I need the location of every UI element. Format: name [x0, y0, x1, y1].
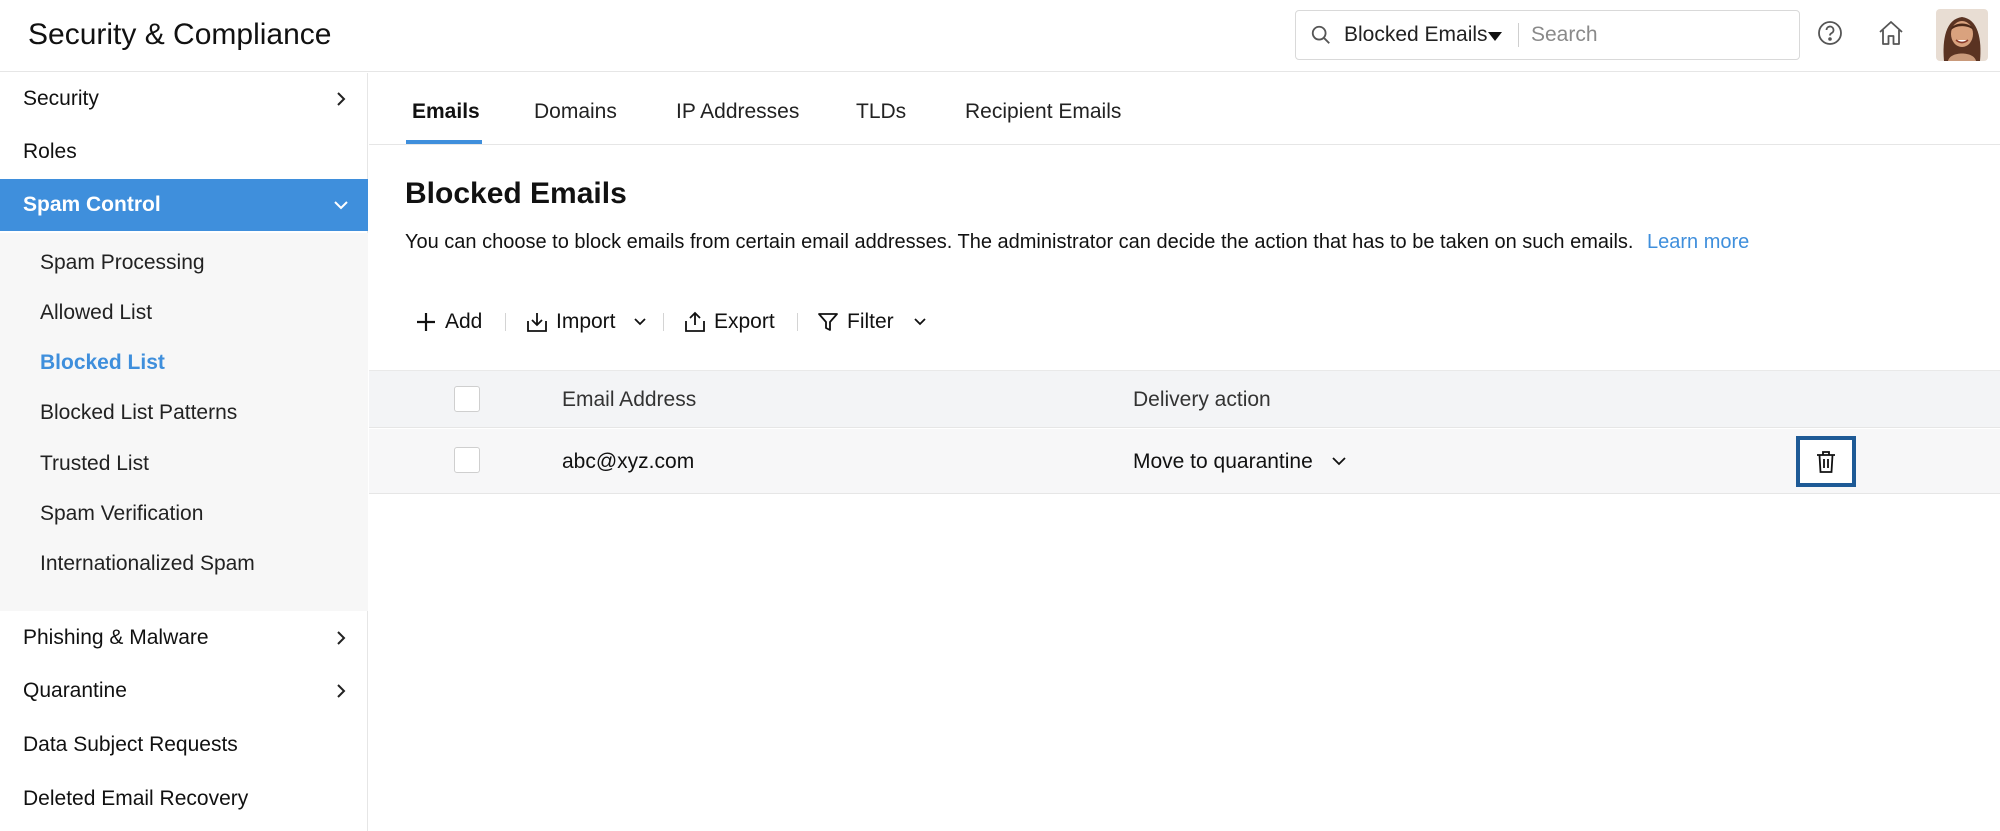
home-icon[interactable] [1876, 18, 1906, 48]
sidebar-item-label: Roles [23, 140, 77, 163]
search-input[interactable] [1531, 17, 1781, 53]
chevron-right-icon [337, 92, 346, 106]
toolbar-divider [663, 313, 664, 331]
filter-icon [818, 313, 838, 331]
sidebar-item-label: Phishing & Malware [23, 626, 209, 649]
sidebar-subitem-blocked-list-patterns[interactable]: Blocked List Patterns [0, 389, 368, 437]
sidebar-item-label: Deleted Email Recovery [23, 787, 249, 810]
search-divider [1518, 23, 1519, 47]
select-all-checkbox[interactable] [454, 386, 480, 412]
toolbar-divider [797, 313, 798, 331]
sidebar-item-label: Data Subject Requests [23, 733, 238, 756]
tab-emails[interactable]: Emails [412, 73, 480, 145]
chevron-right-icon [337, 684, 346, 698]
sidebar-item-label: Security [23, 87, 99, 110]
sidebar-item-security[interactable]: Security [0, 73, 368, 125]
tab-ip-addresses[interactable]: IP Addresses [676, 73, 799, 145]
tab-domains[interactable]: Domains [534, 73, 617, 145]
column-header-email-address[interactable]: Email Address [562, 371, 696, 429]
filter-button[interactable]: Filter [817, 300, 932, 344]
export-button[interactable]: Export [683, 300, 783, 344]
sidebar-subitem-internationalized-spam[interactable]: Internationalized Spam [0, 540, 368, 588]
sidebar-item-phishing-malware[interactable]: Phishing & Malware [0, 612, 368, 664]
sidebar-item-quarantine[interactable]: Quarantine [0, 665, 368, 717]
row-checkbox[interactable] [454, 447, 480, 473]
caret-down-icon[interactable] [1488, 32, 1502, 41]
sidebar-subitem-blocked-list[interactable]: Blocked List [0, 339, 368, 387]
active-tab-indicator [406, 140, 482, 144]
tab-bar: Emails Domains IP Addresses TLDs Recipie… [369, 73, 2000, 145]
sidebar-item-roles[interactable]: Roles [0, 126, 368, 178]
column-header-delivery-action[interactable]: Delivery action [1133, 371, 1271, 429]
toolbar-divider [505, 313, 506, 331]
sidebar-subitem-spam-processing[interactable]: Spam Processing [0, 239, 368, 287]
sidebar-item-deleted-email-recovery[interactable]: Deleted Email Recovery [0, 773, 368, 825]
app-header: Security & Compliance Blocked Emails [0, 0, 2000, 72]
search-scope-dropdown[interactable]: Blocked Emails [1344, 11, 1488, 59]
help-icon[interactable] [1815, 18, 1845, 48]
learn-more-link[interactable]: Learn more [1647, 231, 1749, 253]
avatar[interactable] [1936, 9, 1988, 61]
sidebar-item-label: Quarantine [23, 679, 127, 702]
import-icon [527, 313, 547, 332]
search-box[interactable]: Blocked Emails [1295, 10, 1800, 60]
app-title: Security & Compliance [28, 18, 332, 51]
delete-button[interactable] [1796, 436, 1856, 487]
sidebar-item-data-subject-requests[interactable]: Data Subject Requests [0, 719, 368, 771]
tab-tlds[interactable]: TLDs [856, 73, 906, 145]
sidebar-subitem-spam-verification[interactable]: Spam Verification [0, 490, 368, 538]
delivery-action-dropdown[interactable]: Move to quarantine [1133, 429, 1346, 494]
user-avatar-image [1936, 9, 1988, 61]
sidebar-subitem-allowed-list[interactable]: Allowed List [0, 289, 368, 337]
sidebar: Security Roles Spam Control Spam Process… [0, 73, 368, 831]
sidebar-subitem-trusted-list[interactable]: Trusted List [0, 440, 368, 488]
chevron-down-icon [1332, 457, 1346, 466]
spam-control-submenu: Spam Processing Allowed List Blocked Lis… [0, 233, 368, 611]
sidebar-item-label: Spam Control [23, 193, 161, 216]
delivery-action-value: Move to quarantine [1133, 450, 1313, 473]
plus-icon [417, 313, 435, 331]
import-button[interactable]: Import [525, 300, 650, 344]
tab-recipient-emails[interactable]: Recipient Emails [965, 73, 1121, 145]
chevron-right-icon [337, 631, 346, 645]
export-icon [685, 311, 705, 332]
page-title: Blocked Emails [405, 177, 627, 210]
table-header: Email Address Delivery action [369, 370, 2000, 428]
email-cell: abc@xyz.com [562, 450, 695, 473]
chevron-down-icon [334, 201, 348, 210]
description-text: You can choose to block emails from cert… [405, 231, 1634, 253]
chevron-down-icon [914, 318, 926, 326]
table-row[interactable]: abc@xyz.com Move to quarantine [369, 429, 2000, 494]
chevron-down-icon [634, 318, 646, 326]
trash-icon [1817, 451, 1835, 473]
add-button[interactable]: Add [415, 300, 485, 344]
sidebar-item-spam-control[interactable]: Spam Control [0, 179, 368, 231]
search-icon [1311, 25, 1330, 44]
page-description: You can choose to block emails from cert… [405, 228, 1749, 256]
